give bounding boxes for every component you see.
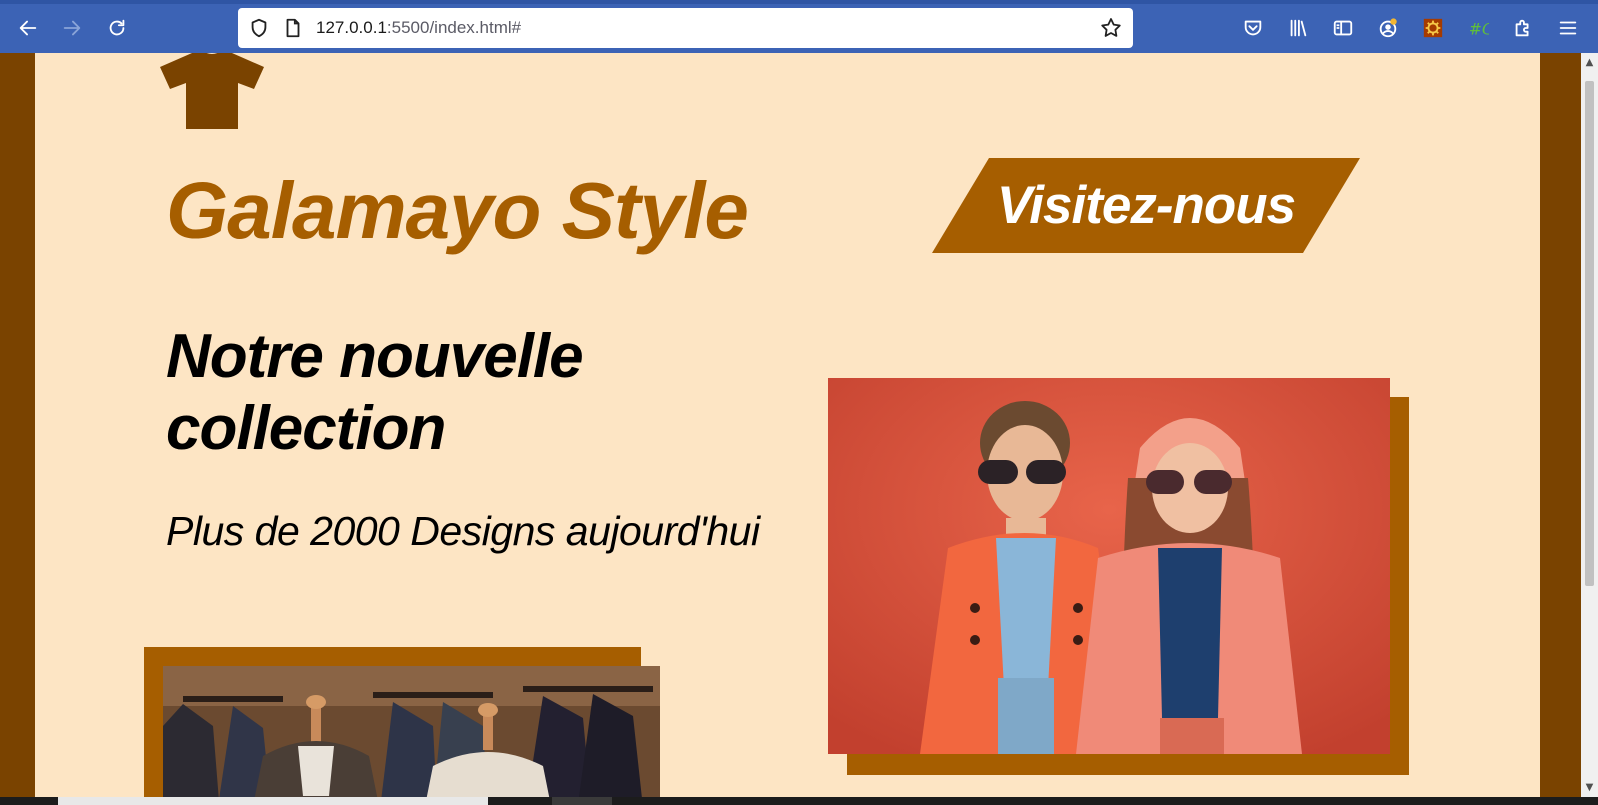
bookmark-star-icon[interactable] [1099, 16, 1123, 40]
scroll-up-arrow-icon[interactable]: ▲ [1584, 57, 1595, 68]
horizontal-scroll-thumb[interactable] [58, 797, 488, 805]
brand-title: Galamayo Style [166, 166, 749, 255]
horizontal-scroll-segment [552, 797, 612, 805]
page-info-icon[interactable] [282, 17, 304, 39]
back-button[interactable] [13, 13, 43, 43]
sidebar-icon [1333, 20, 1353, 36]
pocket-button[interactable] [1238, 13, 1268, 43]
designs-subtitle: Plus de 2000 Designs aujourd'hui [166, 508, 760, 554]
forward-arrow-icon [63, 20, 81, 36]
reload-icon [109, 19, 125, 36]
store-mannequins-photo [163, 666, 660, 797]
account-button[interactable] [1373, 13, 1403, 43]
forward-button[interactable] [57, 13, 87, 43]
visit-us-button[interactable]: Visitez-nous [932, 158, 1360, 253]
hashtag-extension-icon: #G [1469, 20, 1489, 38]
menu-button[interactable] [1553, 13, 1583, 43]
collection-headline: Notre nouvelle collection [166, 322, 584, 463]
reload-button[interactable] [102, 13, 132, 43]
svg-text:#G: #G [1469, 20, 1489, 38]
library-icon [1290, 19, 1307, 37]
gear-extension-icon [1423, 18, 1443, 38]
vertical-scroll-thumb[interactable] [1585, 81, 1594, 586]
horizontal-scrollbar[interactable] [0, 797, 1598, 805]
puzzle-icon [1515, 19, 1529, 37]
page-viewport: Galamayo Style Visitez-nous Notre nouvel… [0, 53, 1581, 797]
browser-toolbar: 127.0.0.1:5500/index.html# #G [0, 0, 1598, 53]
kids-fashion-photo [828, 378, 1390, 754]
sidebar-button[interactable] [1328, 13, 1358, 43]
hamburger-menu-icon [1559, 21, 1577, 35]
shield-icon[interactable] [248, 17, 270, 39]
back-arrow-icon [19, 20, 37, 36]
url-path: :5500/index.html# [386, 18, 522, 37]
pocket-icon [1244, 20, 1262, 36]
url-text[interactable]: 127.0.0.1:5500/index.html# [316, 18, 521, 38]
library-button[interactable] [1283, 13, 1313, 43]
account-icon [1379, 18, 1397, 38]
tshirt-logo-icon [160, 53, 264, 129]
extension-button-2[interactable]: #G [1463, 13, 1493, 43]
extension-button-1[interactable] [1418, 13, 1448, 43]
url-host: 127.0.0.1 [316, 18, 387, 37]
address-bar[interactable]: 127.0.0.1:5500/index.html# [238, 8, 1133, 48]
extensions-button[interactable] [1508, 13, 1538, 43]
visit-us-label: Visitez-nous [996, 176, 1296, 235]
vertical-scrollbar[interactable]: ▲ ▼ [1581, 53, 1598, 797]
scroll-down-arrow-icon[interactable]: ▼ [1584, 782, 1595, 793]
